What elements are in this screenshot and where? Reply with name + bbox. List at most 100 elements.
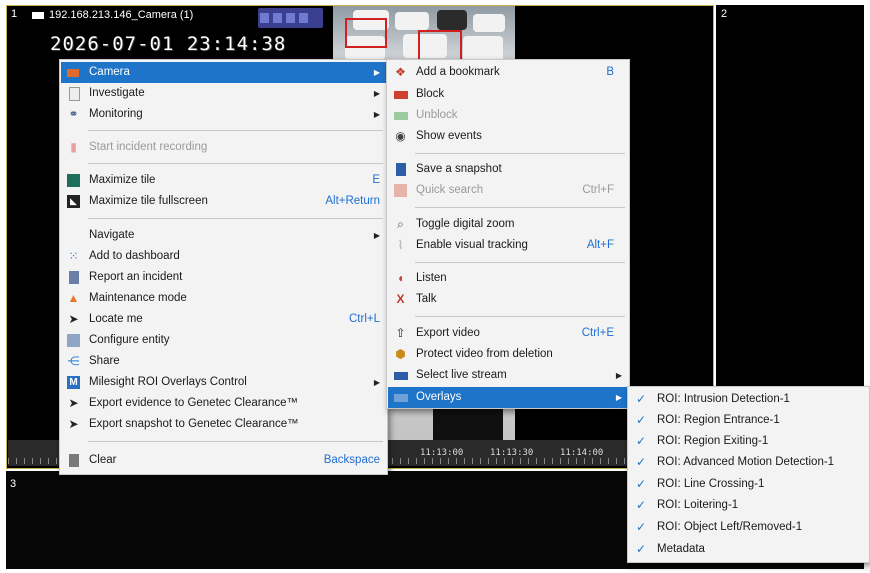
menu-item-export-snapshot-genetec-clearance[interactable]: ➤ Export snapshot to Genetec Clearance™ (61, 414, 386, 435)
menu-item-talk[interactable]: X Talk (388, 289, 628, 310)
menu-item-export-video[interactable]: ⇧ Export video Ctrl+E (388, 323, 628, 344)
menu-item-label: Talk (416, 293, 437, 305)
checkmark-icon: ✓ (636, 542, 647, 556)
protect-icon: ⬢ (395, 347, 406, 361)
menu-item-label: Navigate (89, 229, 135, 241)
submenu-arrow-icon: ▶ (373, 68, 380, 77)
camera-count: (1) (179, 9, 194, 21)
menu-item-label: ROI: Advanced Motion Detection-1 (657, 456, 835, 468)
menu-separator (415, 262, 625, 263)
menu-item-maximize-tile[interactable]: Maximize tile E (61, 170, 386, 191)
menu-item-start-incident-recording[interactable]: ▮ Start incident recording (61, 137, 386, 158)
block-icon (394, 91, 408, 99)
roi-box (418, 30, 462, 62)
menu-item-export-evidence-genetec-clearance[interactable]: ➤ Export evidence to Genetec Clearance™ (61, 393, 386, 414)
menu-item-investigate[interactable]: Investigate ▶ (61, 83, 386, 104)
menu-item-label: Block (416, 88, 445, 100)
bookmark-icon: ❖ (395, 65, 406, 79)
menu-item-label: Save a snapshot (416, 163, 502, 175)
snapshot-icon (396, 163, 406, 176)
menu-item-label: Start incident recording (89, 141, 208, 153)
checkmark-icon: ✓ (636, 434, 647, 448)
menu-item-label: Protect video from deletion (416, 348, 553, 360)
menu-item-label: ROI: Region Exiting-1 (657, 435, 769, 447)
menu-item-listen[interactable]: ◖ Listen (388, 268, 628, 289)
menu-item-label: ROI: Intrusion Detection-1 (657, 393, 790, 405)
overlay-item-region-entrance[interactable]: ✓ ROI: Region Entrance-1 (629, 410, 868, 431)
menu-item-block[interactable]: Block (388, 84, 628, 105)
overlay-item-metadata[interactable]: ✓ Metadata (629, 539, 868, 560)
maximize-icon (67, 174, 80, 187)
menu-item-select-live-stream[interactable]: Select live stream ▶ (388, 365, 628, 386)
menu-item-overlays[interactable]: Overlays ▶ (388, 387, 628, 408)
checkmark-icon: ✓ (636, 392, 647, 406)
menu-item-navigate[interactable]: Navigate ▶ (61, 225, 386, 246)
live-stream-icon (394, 372, 408, 380)
menu-item-toggle-digital-zoom[interactable]: ⌕ Toggle digital zoom (388, 214, 628, 235)
menu-item-label: ROI: Object Left/Removed-1 (657, 521, 803, 533)
menu-item-maintenance-mode[interactable]: ▲ Maintenance mode (61, 288, 386, 309)
menu-item-configure-entity[interactable]: Configure entity (61, 330, 386, 351)
menu-item-label: Toggle digital zoom (416, 218, 515, 230)
locate-icon: ➤ (68, 312, 79, 326)
menu-item-show-events[interactable]: ◉ Show events (388, 126, 628, 147)
menu-separator (88, 130, 383, 131)
menu-item-share[interactable]: ⋲ Share (61, 351, 386, 372)
menu-item-shortcut: Alt+F (586, 239, 614, 251)
menu-item-label: Add a bookmark (416, 66, 500, 78)
camera-header: 192.168.213.146_Camera (1) (32, 9, 193, 21)
overlay-item-advanced-motion-detection[interactable]: ✓ ROI: Advanced Motion Detection-1 (629, 452, 868, 473)
overlay-item-object-left-removed[interactable]: ✓ ROI: Object Left/Removed-1 (629, 517, 868, 538)
menu-item-maximize-tile-fullscreen[interactable]: ◣ Maximize tile fullscreen Alt+Return (61, 191, 386, 212)
overlay-item-line-crossing[interactable]: ✓ ROI: Line Crossing-1 (629, 474, 868, 495)
menu-item-label: Show events (416, 130, 482, 142)
menu-item-report-an-incident[interactable]: Report an incident (61, 267, 386, 288)
zoom-icon: ⌕ (397, 217, 404, 231)
menu-item-monitoring[interactable]: ⚭ Monitoring ▶ (61, 104, 386, 125)
menu-item-shortcut: Ctrl+F (582, 184, 614, 196)
menu-separator (415, 153, 625, 154)
menu-item-label: Select live stream (416, 369, 507, 381)
menu-item-clear[interactable]: Clear Backspace (61, 450, 386, 471)
menu-separator (88, 441, 383, 442)
send-icon: ➤ (68, 396, 79, 410)
menu-item-label: Overlays (416, 391, 462, 403)
menu-item-protect-video-from-deletion[interactable]: ⬢ Protect video from deletion (388, 344, 628, 365)
timeline-label: 11:13:00 (420, 448, 464, 458)
menu-item-shortcut: E (372, 174, 380, 186)
overlay-item-region-exiting[interactable]: ✓ ROI: Region Exiting-1 (629, 431, 868, 452)
quick-search-icon (394, 184, 407, 197)
video-timestamp: 2026-07-01 23:14:38 (50, 33, 287, 55)
timeline-label: 11:14:00 (560, 448, 604, 458)
tile-number-1: 1 (11, 8, 18, 20)
unblock-icon (394, 112, 408, 120)
record-icon: ▮ (70, 140, 77, 154)
menu-item-quick-search[interactable]: Quick search Ctrl+F (388, 180, 628, 201)
submenu-arrow-icon: ▶ (373, 110, 380, 119)
menu-item-milesight-roi-overlays-control[interactable]: M Milesight ROI Overlays Control ▶ (61, 372, 386, 393)
menu-item-save-a-snapshot[interactable]: Save a snapshot (388, 159, 628, 180)
menu-item-label: Clear (89, 454, 117, 466)
tile-toolbar[interactable] (258, 8, 323, 28)
overlay-item-loitering[interactable]: ✓ ROI: Loitering-1 (629, 495, 868, 516)
overlay-item-intrusion-detection[interactable]: ✓ ROI: Intrusion Detection-1 (629, 389, 868, 410)
menu-item-add-to-dashboard[interactable]: ⁙ Add to dashboard (61, 246, 386, 267)
menu-item-unblock[interactable]: Unblock (388, 105, 628, 126)
menu-separator (415, 316, 625, 317)
menu-item-label: ROI: Region Entrance-1 (657, 414, 780, 426)
menu-item-label: Add to dashboard (89, 250, 180, 262)
menu-item-label: Report an incident (89, 271, 183, 283)
menu-item-label: Monitoring (89, 108, 143, 120)
menu-item-camera[interactable]: Camera ▶ (61, 62, 386, 83)
talk-icon: X (396, 292, 405, 306)
share-icon: ⋲ (67, 354, 80, 368)
tile-number-3: 3 (10, 478, 17, 490)
menu-item-label: Export video (416, 327, 480, 339)
incident-icon (69, 271, 79, 284)
menu-item-label: ROI: Line Crossing-1 (657, 478, 765, 490)
submenu-arrow-icon: ▶ (615, 371, 622, 380)
milesight-icon: M (67, 376, 80, 389)
menu-item-add-a-bookmark[interactable]: ❖ Add a bookmark B (388, 62, 628, 83)
menu-item-locate-me[interactable]: ➤ Locate me Ctrl+L (61, 309, 386, 330)
menu-item-enable-visual-tracking[interactable]: ⌇ Enable visual tracking Alt+F (388, 235, 628, 256)
